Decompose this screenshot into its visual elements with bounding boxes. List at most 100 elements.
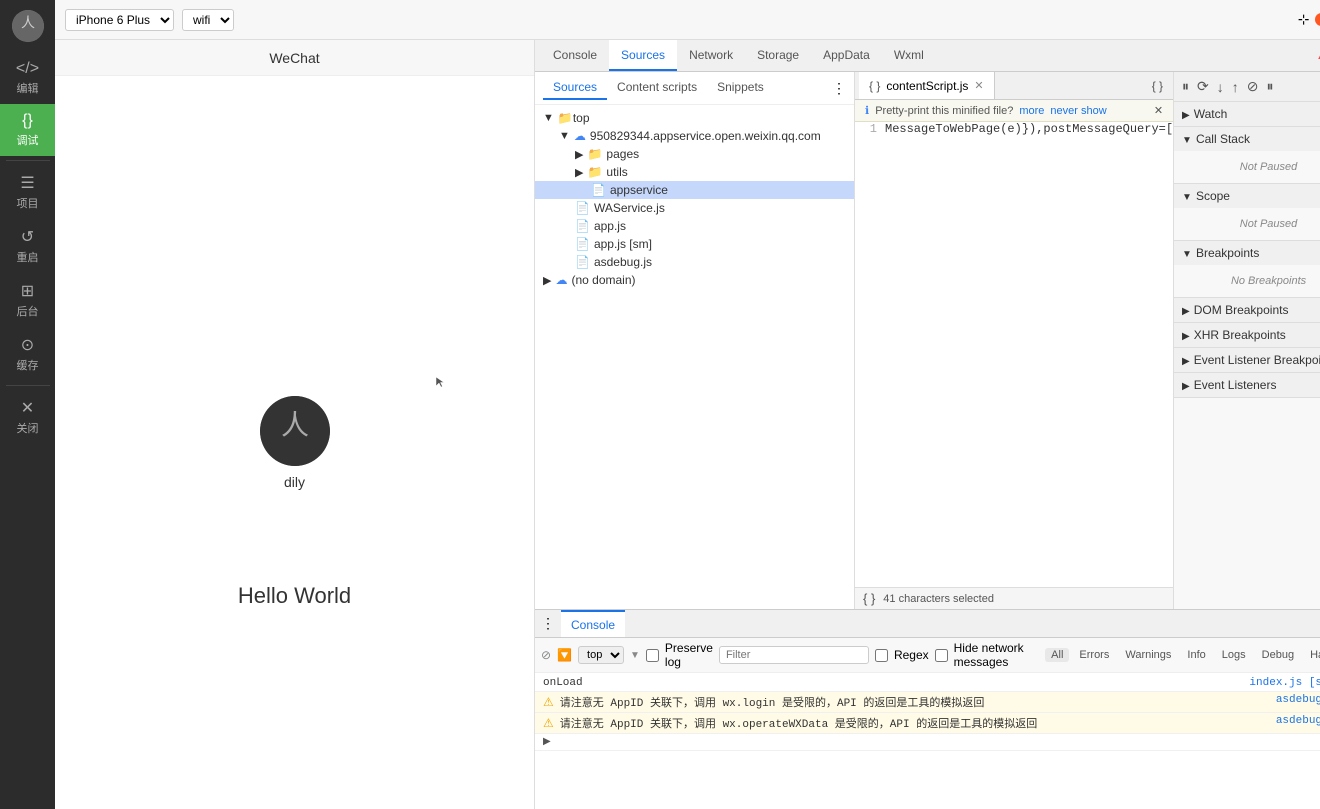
tree-item-asdebug[interactable]: 📄 asdebug.js	[535, 253, 854, 271]
call-stack-chevron: ▼	[1182, 135, 1192, 146]
tree-item-waservice[interactable]: 📄 WAService.js	[535, 199, 854, 217]
breakpoints-chevron: ▼	[1182, 249, 1192, 260]
console-onload-text: onLoad	[543, 677, 1241, 689]
tree-item-utils[interactable]: ▶ 📁 utils	[535, 163, 854, 181]
breakpoints-section: ▼Breakpoints No Breakpoints	[1174, 241, 1320, 298]
console-menu-icon[interactable]: ⋮	[541, 615, 555, 632]
tab-network[interactable]: Network	[677, 40, 745, 71]
file-tabs: Sources Content scripts Snippets	[543, 76, 774, 100]
file-tree-menu-icon[interactable]: ⋮	[832, 80, 846, 97]
error-badge: 2	[1315, 13, 1320, 26]
file-tree-header: Sources Content scripts Snippets ⋮	[535, 72, 854, 105]
tree-item-appjs[interactable]: 📄 app.js	[535, 217, 854, 235]
tree-item-top[interactable]: ▼ 📁 top	[535, 109, 854, 127]
svg-text:人: 人	[21, 15, 35, 31]
phone-title: WeChat	[55, 40, 534, 76]
tab-console[interactable]: Console	[541, 40, 609, 71]
tab-wxml[interactable]: Wxml	[882, 40, 936, 71]
cloud-icon: ☁	[574, 129, 586, 143]
tab-storage[interactable]: Storage	[745, 40, 811, 71]
console-row-onload: onLoad index.js [sm]:16	[535, 675, 1320, 692]
scope-header[interactable]: ▼Scope	[1174, 184, 1320, 208]
warn-icon-2: ⚠	[543, 716, 554, 731]
format-icon: { }	[869, 79, 880, 93]
hide-network-checkbox[interactable]	[935, 649, 948, 662]
tree-item-no-domain[interactable]: ▶ ☁ (no domain)	[535, 271, 854, 289]
editor-tab-close-btn[interactable]: ✕	[974, 79, 983, 92]
step-over-btn[interactable]: ⟳	[1195, 76, 1211, 97]
level-warnings[interactable]: Warnings	[1119, 648, 1177, 662]
braces-icon[interactable]: { }	[863, 591, 875, 606]
editor-icon: </>	[16, 60, 39, 78]
level-info[interactable]: Info	[1181, 648, 1211, 662]
regex-checkbox[interactable]	[875, 649, 888, 662]
console-warn-2-text: 请注意无 AppID 关联下，调用 wx.operateWXData 是受限的，…	[560, 715, 1268, 731]
appservice-file-icon: 📄	[591, 183, 606, 197]
waservice-file-icon: 📄	[575, 201, 590, 215]
step-out-btn[interactable]: ↑	[1230, 77, 1241, 97]
tab-sources[interactable]: Sources	[609, 40, 677, 71]
dom-breakpoints-header[interactable]: ▶DOM Breakpoints	[1174, 298, 1320, 322]
tab-appdata[interactable]: AppData	[811, 40, 882, 71]
editor-tab-contentscript[interactable]: { } contentScript.js ✕	[859, 72, 995, 99]
console-filter-icon[interactable]: 🔽	[557, 648, 572, 662]
sidebar-item-backend[interactable]: ⊞ 后台	[0, 273, 55, 327]
restart-icon: ↺	[21, 227, 34, 247]
tree-item-pages[interactable]: ▶ 📁 pages	[535, 145, 854, 163]
sidebar-item-editor[interactable]: </> 编辑	[0, 52, 55, 104]
format-button[interactable]: { }	[1146, 79, 1169, 93]
level-handled[interactable]: Handled	[1304, 648, 1320, 662]
tree-item-domain[interactable]: ▼ ☁ 950829344.appservice.open.weixin.qq.…	[535, 127, 854, 145]
cache-icon: ⊙	[21, 335, 34, 355]
console-content: onLoad index.js [sm]:16 ⚠ 请注意无 AppID 关联下…	[535, 673, 1320, 809]
sidebar-item-project[interactable]: ☰ 项目	[0, 165, 55, 219]
console-tab[interactable]: Console	[561, 610, 625, 637]
deactivate-breakpoints-btn[interactable]: ⊘	[1245, 76, 1261, 97]
file-tab-snippets[interactable]: Snippets	[707, 76, 774, 100]
sidebar-item-cache[interactable]: ⊙ 缓存	[0, 327, 55, 381]
pretty-print-close[interactable]: ✕	[1154, 104, 1163, 117]
preserve-log-checkbox[interactable]	[646, 649, 659, 662]
event-listener-breakpoints-section: ▶Event Listener Breakpoints	[1174, 348, 1320, 373]
file-tab-sources[interactable]: Sources	[543, 76, 607, 100]
tree-item-appservice[interactable]: 📄 appservice	[535, 181, 854, 199]
breakpoints-header[interactable]: ▼Breakpoints	[1174, 241, 1320, 265]
pretty-print-never-link[interactable]: never show	[1050, 105, 1106, 117]
xhr-breakpoints-section: ▶XHR Breakpoints +	[1174, 323, 1320, 348]
level-debug[interactable]: Debug	[1256, 648, 1300, 662]
level-errors[interactable]: Errors	[1073, 648, 1115, 662]
dont-pause-on-exceptions-btn[interactable]: ⏸	[1265, 76, 1276, 97]
devtools-tab-bar: Console Sources Network Storage AppData …	[535, 40, 1320, 72]
device-select[interactable]: iPhone 6 Plus	[65, 9, 174, 31]
topbar-icons: ⊹ 2 ⋮	[1298, 10, 1320, 30]
pretty-print-more-link[interactable]: more	[1019, 105, 1044, 117]
sidebar-item-restart[interactable]: ↺ 重启	[0, 219, 55, 273]
console-block-icon[interactable]: ⊘	[541, 648, 551, 662]
console-warn-2-source[interactable]: asdebug.js:1	[1276, 715, 1320, 727]
console-context-select[interactable]: top	[578, 646, 624, 664]
tree-item-appjs-sm[interactable]: 📄 app.js [sm]	[535, 235, 854, 253]
user-avatar: 人	[260, 396, 330, 466]
call-stack-header[interactable]: ▼Call Stack	[1174, 127, 1320, 151]
step-into-btn[interactable]: ↓	[1215, 77, 1226, 97]
hide-network-label: Hide network messages	[954, 641, 1040, 669]
console-warn-1-source[interactable]: asdebug.js:1	[1276, 694, 1320, 706]
watch-header[interactable]: ▶Watch + ↻	[1174, 102, 1320, 126]
event-listeners-header[interactable]: ▶Event Listeners ↻	[1174, 373, 1320, 397]
file-tab-content-scripts[interactable]: Content scripts	[607, 76, 707, 100]
log-levels: All Errors Warnings Info Logs Debug Hand…	[1045, 648, 1320, 662]
event-listener-bp-header[interactable]: ▶Event Listener Breakpoints	[1174, 348, 1320, 372]
sidebar-item-close[interactable]: ✕ 关闭	[0, 390, 55, 444]
pause-btn[interactable]: ⏸	[1180, 76, 1191, 97]
code-area[interactable]: 1 MessageToWebPage(e)}),postMessageQuery…	[855, 122, 1173, 587]
xhr-breakpoints-header[interactable]: ▶XHR Breakpoints +	[1174, 323, 1320, 347]
level-logs[interactable]: Logs	[1216, 648, 1252, 662]
network-select[interactable]: wifi	[182, 9, 234, 31]
scope-section: ▼Scope Not Paused	[1174, 184, 1320, 241]
cursor-icon[interactable]: ⊹	[1298, 11, 1310, 28]
level-all[interactable]: All	[1045, 648, 1069, 662]
sidebar-item-debug[interactable]: {} 调试	[0, 104, 55, 156]
console-onload-source[interactable]: index.js [sm]:16	[1249, 677, 1320, 689]
console-filter-input[interactable]	[719, 646, 869, 664]
no-breakpoints-label: No Breakpoints	[1182, 269, 1320, 293]
